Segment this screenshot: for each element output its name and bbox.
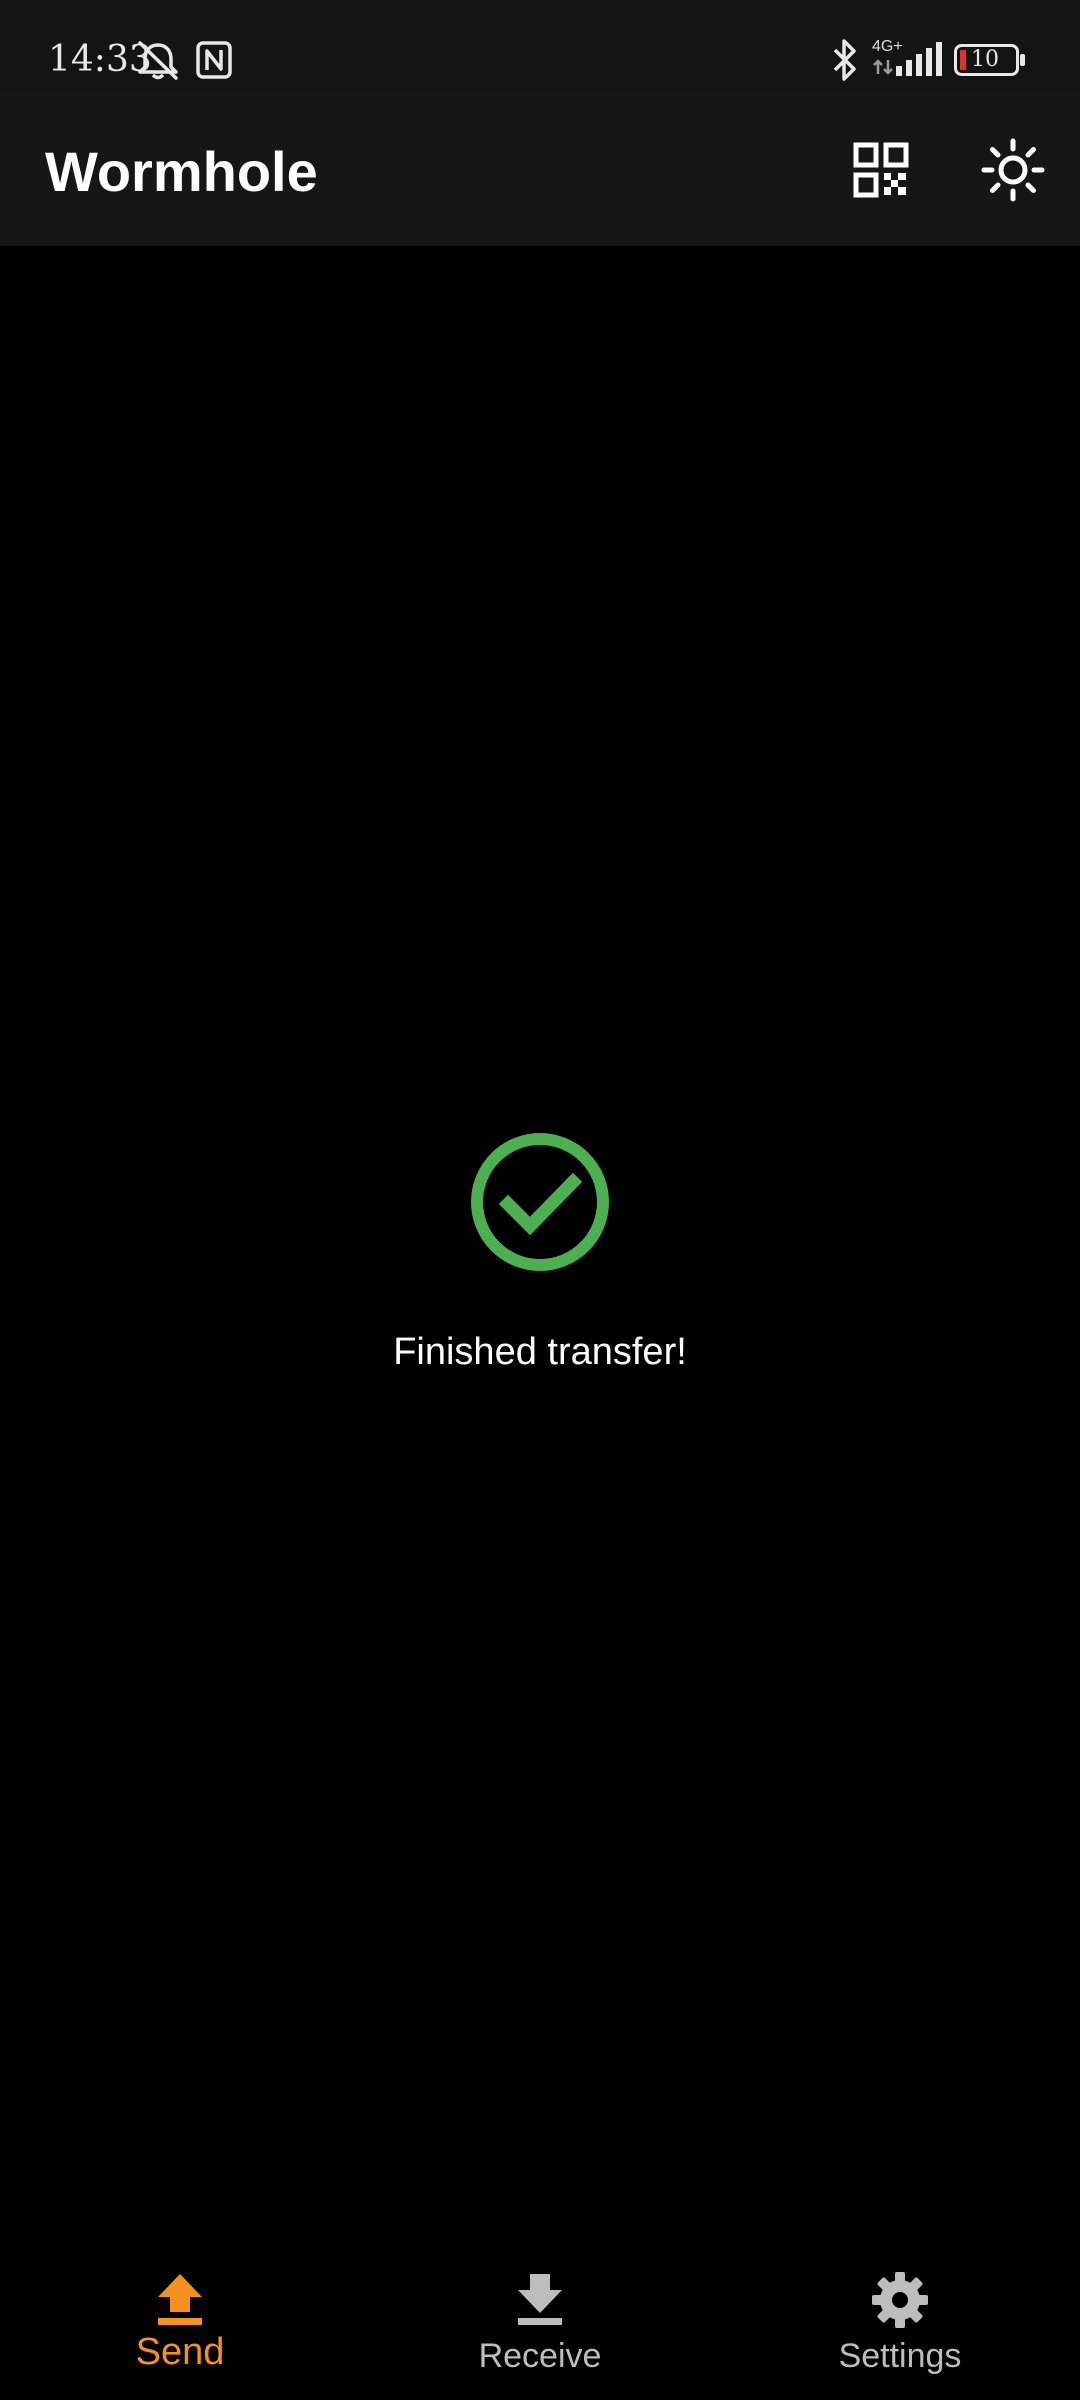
nav-label-receive: Receive bbox=[478, 2337, 602, 2375]
bottom-navigation: Send Receive Settings bbox=[0, 2220, 1080, 2400]
nav-item-settings[interactable]: Settings bbox=[720, 2220, 1080, 2400]
nav-item-receive[interactable]: Receive bbox=[360, 2220, 720, 2400]
battery-icon: 10 bbox=[954, 44, 1026, 76]
qr-code-button[interactable] bbox=[841, 130, 921, 210]
download-icon bbox=[518, 2274, 562, 2325]
nav-label-settings: Settings bbox=[838, 2337, 962, 2375]
muted-bell-icon bbox=[138, 41, 178, 80]
check-circle-icon bbox=[471, 1133, 609, 1271]
qr-code-icon bbox=[853, 142, 909, 198]
brightness-button[interactable] bbox=[973, 130, 1053, 210]
bluetooth-icon bbox=[833, 39, 856, 81]
main-content: Finished transfer! bbox=[0, 246, 1080, 2220]
nav-item-send[interactable]: Send bbox=[0, 2220, 360, 2400]
nav-label-send: Send bbox=[135, 2331, 225, 2373]
app-title: Wormhole bbox=[45, 140, 318, 203]
battery-level: 10 bbox=[971, 47, 999, 72]
transfer-status-message: Finished transfer! bbox=[393, 1331, 687, 1373]
nfc-icon bbox=[196, 41, 232, 79]
data-activity-icon bbox=[873, 59, 893, 75]
brightness-icon bbox=[981, 138, 1045, 202]
signal-icon bbox=[896, 42, 942, 76]
status-bar: 14:33 4G+ 10 bbox=[0, 0, 1080, 94]
upload-icon bbox=[158, 2274, 202, 2325]
app-bar: Wormhole bbox=[0, 94, 1080, 246]
gear-icon bbox=[872, 2272, 928, 2328]
